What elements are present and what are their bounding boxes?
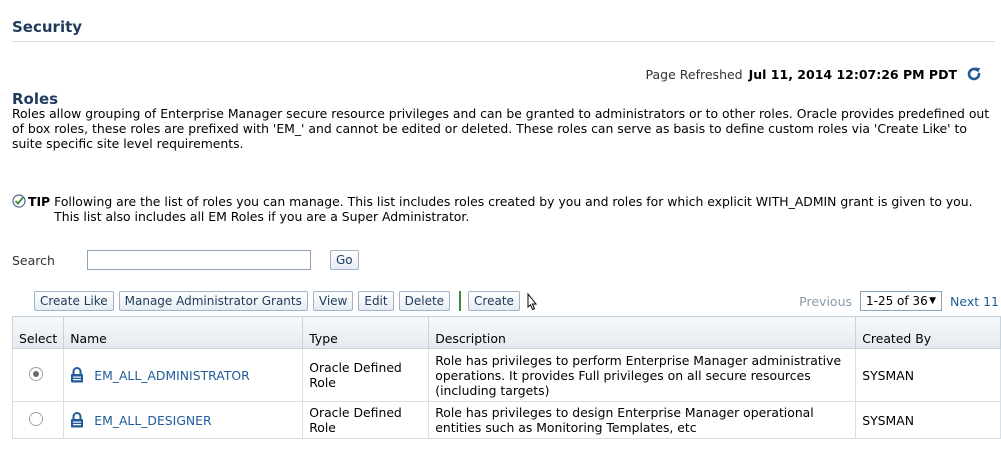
row-select-radio[interactable] (29, 366, 43, 381)
page-range-value: 1-25 of 36 (866, 294, 928, 308)
role-name-link[interactable]: EM_ALL_ADMINISTRATOR (94, 368, 249, 383)
roles-table: Select Name Type Description Created By (11, 316, 1001, 439)
type-cell: Oracle Defined Role (302, 401, 430, 439)
refresh-timestamp: Jul 11, 2014 12:07:26 PM PDT (748, 66, 957, 82)
table-row: EM_ALL_ADMINISTRATOR Oracle Defined Role… (11, 348, 1001, 402)
next-link[interactable]: Next 11 (950, 294, 999, 309)
search-bar: Search Go (12, 250, 359, 270)
roles-toolbar: Create Like Manage Administrator Grants … (34, 288, 999, 314)
tip-message: TIP Following are the list of roles you … (12, 194, 992, 224)
lock-icon (70, 367, 84, 383)
edit-button[interactable]: Edit (358, 291, 394, 311)
created-by-cell: SYSMAN (855, 401, 1001, 439)
description-cell: Role has privileges to design Enterprise… (428, 401, 857, 439)
page-title: Security (12, 18, 83, 36)
tip-text: Following are the list of roles you can … (54, 194, 973, 224)
description-cell: Role has privileges to perform Enterpris… (428, 348, 857, 402)
check-icon (12, 194, 28, 224)
table-row: EM_ALL_DESIGNER Oracle Defined Role Role… (11, 401, 1001, 439)
column-header-name[interactable]: Name (63, 316, 304, 349)
view-button[interactable]: View (312, 291, 354, 311)
toolbar-separator (459, 291, 462, 311)
refresh-label: Page Refreshed (645, 66, 743, 82)
type-cell: Oracle Defined Role (302, 348, 430, 402)
page-refreshed-bar: Page Refreshed Jul 11, 2014 12:07:26 PM … (646, 65, 983, 83)
tip-label: TIP (28, 194, 51, 209)
name-cell: EM_ALL_DESIGNER (63, 401, 304, 439)
role-name-link[interactable]: EM_ALL_DESIGNER (94, 413, 211, 428)
chevron-down-icon: ▼ (929, 296, 936, 306)
column-header-select: Select (11, 316, 65, 349)
column-header-description[interactable]: Description (428, 316, 857, 349)
created-by-cell: SYSMAN (855, 348, 1001, 402)
go-button[interactable]: Go (330, 250, 359, 270)
search-input[interactable] (87, 250, 311, 270)
column-header-type[interactable]: Type (302, 316, 430, 349)
create-button[interactable]: Create (468, 291, 520, 311)
lock-icon (70, 412, 84, 428)
roles-description: Roles allow grouping of Enterprise Manag… (12, 106, 990, 151)
page-range-select[interactable]: 1-25 of 36 ▼ (860, 291, 942, 311)
column-header-created-by[interactable]: Created By (855, 316, 1001, 349)
manage-administrator-grants-button[interactable]: Manage Administrator Grants (118, 291, 308, 311)
refresh-icon[interactable] (965, 65, 983, 83)
name-cell: EM_ALL_ADMINISTRATOR (63, 348, 304, 402)
header-divider (12, 41, 995, 42)
mouse-pointer-icon (527, 292, 538, 311)
create-like-button[interactable]: Create Like (34, 291, 114, 311)
select-cell (11, 401, 65, 439)
select-cell (11, 348, 65, 402)
previous-link[interactable]: Previous (799, 294, 852, 309)
search-label: Search (12, 252, 55, 268)
row-select-radio[interactable] (29, 411, 43, 426)
delete-button[interactable]: Delete (398, 291, 451, 311)
pagination: Previous 1-25 of 36 ▼ Next 11 (799, 291, 999, 311)
